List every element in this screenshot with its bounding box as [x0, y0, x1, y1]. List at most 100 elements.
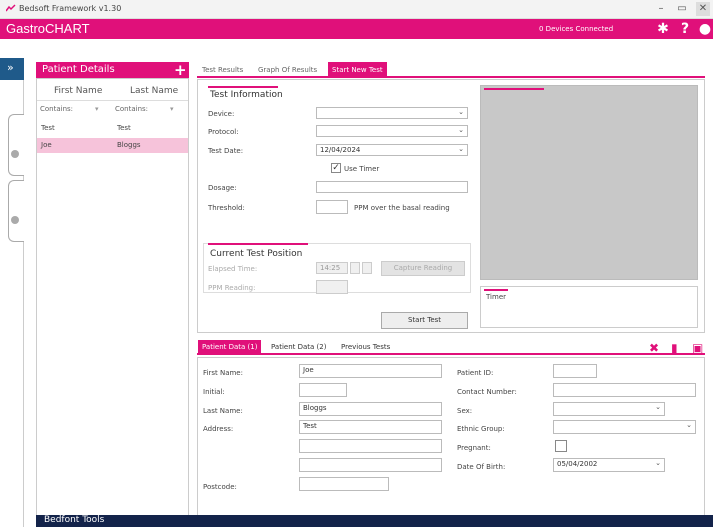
cell-first-name: Test	[41, 124, 55, 132]
help-icon[interactable]: ?	[678, 21, 692, 37]
pregnant-checkbox[interactable]	[555, 440, 567, 452]
postcode-input[interactable]	[299, 477, 389, 491]
minimize-icon[interactable]: –	[654, 2, 668, 16]
rail-tab-2[interactable]	[8, 180, 24, 242]
patient-id-input[interactable]	[553, 364, 597, 378]
table-row[interactable]: Joe Bloggs	[37, 138, 188, 153]
chevron-down-icon: ⌄	[458, 108, 464, 116]
address-label: Address:	[203, 425, 234, 433]
sex-label: Sex:	[457, 407, 473, 415]
test-date-label: Test Date:	[208, 147, 244, 155]
cell-last-name: Test	[117, 124, 131, 132]
divider	[37, 100, 188, 101]
ethnic-group-select[interactable]: ⌄	[553, 420, 696, 434]
section-accent	[484, 289, 508, 291]
device-select[interactable]: ⌄	[316, 107, 468, 119]
section-accent	[484, 88, 544, 90]
settings-icon	[11, 216, 19, 224]
save-icon[interactable]: ▣	[692, 341, 703, 355]
column-header-last-name[interactable]: Last Name	[130, 86, 178, 96]
address-value: Test	[303, 422, 317, 430]
last-name-label: Last Name:	[203, 407, 243, 415]
first-name-value: Joe	[303, 366, 314, 374]
chevron-down-icon: ⌄	[655, 403, 661, 411]
threshold-input[interactable]	[316, 200, 348, 214]
filter-icon[interactable]: ▾	[170, 105, 174, 113]
filter-last-name[interactable]: Contains:	[115, 105, 148, 113]
dob-picker[interactable]: 05/04/2002 ⌄	[553, 458, 665, 472]
table-row[interactable]: Test Test	[37, 121, 188, 136]
tab-patient-data-1[interactable]: Patient Data (1)	[198, 340, 262, 355]
test-info-title: Test Information	[210, 90, 283, 100]
section-accent	[208, 86, 278, 88]
sex-select[interactable]: ⌄	[553, 402, 665, 416]
last-name-value: Bloggs	[303, 404, 327, 412]
expand-rail-button[interactable]: »	[0, 58, 24, 80]
time-spin-icon	[362, 262, 372, 274]
window-titlebar: Bedsoft Framework v1.30 – ▭ ✕	[0, 0, 713, 19]
cell-last-name: Bloggs	[117, 141, 141, 149]
ppm-reading-field	[316, 280, 348, 294]
address-line-3[interactable]	[299, 458, 442, 472]
footer-bar: Bedfont Tools	[36, 515, 713, 527]
elapsed-label: Elapsed Time:	[208, 265, 258, 273]
chevron-down-icon: ⌄	[458, 126, 464, 134]
last-name-input[interactable]: Bloggs	[299, 402, 442, 416]
filter-first-name[interactable]: Contains:	[40, 105, 73, 113]
section-accent	[208, 243, 308, 245]
first-name-label: First Name:	[203, 369, 243, 377]
tab-graph-of-results[interactable]: Graph Of Results	[254, 62, 321, 78]
ppm-label: PPM Reading:	[208, 284, 256, 292]
contact-number-input[interactable]	[553, 383, 696, 397]
protocol-label: Protocol:	[208, 128, 239, 136]
close-circle-icon[interactable]: ●	[698, 21, 712, 37]
window-title: Bedsoft Framework v1.30	[19, 4, 122, 13]
patient-panel-title: Patient Details	[42, 64, 115, 75]
use-timer-checkbox[interactable]: ✓	[331, 163, 341, 173]
tab-previous-tests[interactable]: Previous Tests	[337, 340, 394, 355]
settings-icon	[11, 150, 19, 158]
initial-input[interactable]	[299, 383, 347, 397]
test-date-picker[interactable]: 12/04/2024 ⌄	[316, 144, 468, 156]
delete-x-icon[interactable]: ✖	[649, 341, 659, 355]
maximize-icon[interactable]: ▭	[675, 2, 689, 16]
postcode-label: Postcode:	[203, 483, 237, 491]
dosage-label: Dosage:	[208, 184, 237, 192]
app-brand: GastroCHART	[6, 21, 90, 36]
column-header-first-name[interactable]: First Name	[54, 86, 102, 96]
timer-label: Timer	[486, 293, 507, 301]
tab-start-new-test[interactable]: Start New Test	[328, 62, 387, 78]
close-icon[interactable]: ✕	[696, 2, 710, 16]
threshold-suffix: PPM over the basal reading	[354, 204, 450, 212]
contact-label: Contact Number:	[457, 388, 517, 396]
time-spin-icon	[350, 262, 360, 274]
address-line-1[interactable]: Test	[299, 420, 442, 434]
start-test-button[interactable]: Start Test	[381, 312, 468, 329]
ethnic-label: Ethnic Group:	[457, 425, 505, 433]
test-date-value: 12/04/2024	[320, 146, 361, 154]
elapsed-value: 14:25	[320, 264, 341, 272]
tab-test-results[interactable]: Test Results	[198, 62, 247, 78]
rail-tab-1[interactable]	[8, 114, 24, 176]
address-line-2[interactable]	[299, 439, 442, 453]
patient-id-label: Patient ID:	[457, 369, 494, 377]
use-timer-label: Use Timer	[344, 165, 380, 173]
trash-icon[interactable]: ▮	[671, 341, 678, 355]
tab-patient-data-2[interactable]: Patient Data (2)	[267, 340, 330, 355]
app-logo-icon	[6, 4, 16, 12]
capture-reading-button[interactable]: Capture Reading	[381, 261, 465, 276]
add-patient-icon[interactable]: +	[174, 61, 187, 79]
protocol-select[interactable]: ⌄	[316, 125, 468, 137]
gear-icon[interactable]: ✱	[656, 21, 670, 37]
chevron-down-icon: ⌄	[458, 145, 464, 153]
filter-icon[interactable]: ▾	[95, 105, 99, 113]
patient-data-panel	[197, 357, 705, 517]
dosage-input[interactable]	[316, 181, 468, 193]
chevron-down-icon: ⌄	[655, 459, 661, 467]
threshold-label: Threshold:	[208, 204, 245, 212]
first-name-input[interactable]: Joe	[299, 364, 442, 378]
dob-label: Date Of Birth:	[457, 463, 506, 471]
app-header: GastroCHART 0 Devices Connected ✱ ? ●	[0, 19, 713, 39]
patient-panel-header: Patient Details +	[36, 61, 189, 79]
device-label: Device:	[208, 110, 235, 118]
